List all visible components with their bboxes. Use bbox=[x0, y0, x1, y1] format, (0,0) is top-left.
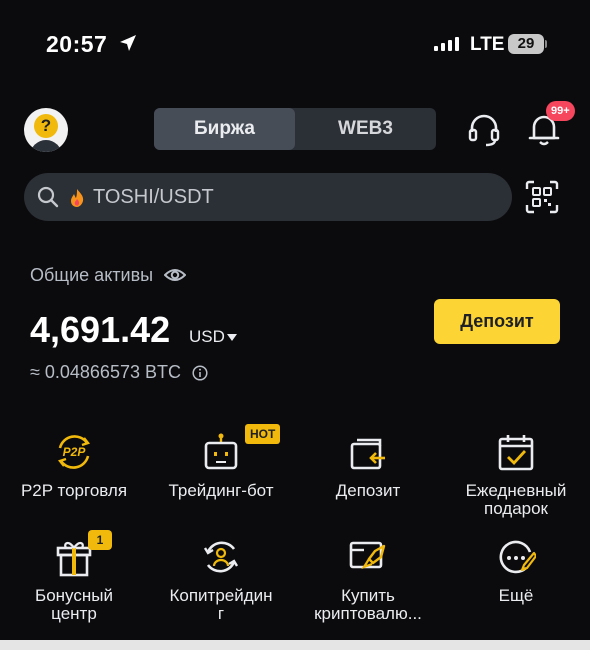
btc-equivalent: ≈ 0.04866573 BTC bbox=[30, 362, 181, 382]
shortcut-label: Копитрейдин г bbox=[169, 586, 273, 623]
trading-bot-icon bbox=[204, 433, 238, 470]
battery-level: 29 bbox=[508, 34, 544, 54]
tab-exchange[interactable]: Биржа bbox=[154, 108, 295, 150]
shortcut-label: Депозит bbox=[335, 481, 401, 500]
network-type: LTE bbox=[470, 34, 505, 55]
shortcut-daily-gift[interactable]: Ежедневный подарок bbox=[446, 432, 586, 542]
currency-selector[interactable]: USD bbox=[189, 327, 225, 347]
mode-switch: Биржа WEB3 bbox=[154, 108, 436, 150]
shortcut-more[interactable]: Ещё bbox=[446, 537, 586, 647]
shortcut-trading-bot[interactable]: HOT Трейдинг-бот bbox=[151, 424, 291, 542]
avatar[interactable]: ? bbox=[24, 108, 68, 152]
qr-scan-icon[interactable] bbox=[524, 179, 560, 215]
shortcut-label: Трейдинг-бот bbox=[168, 481, 274, 500]
bonus-count-badge: 1 bbox=[88, 530, 112, 550]
fire-icon bbox=[71, 189, 84, 207]
location-arrow-icon bbox=[120, 35, 136, 51]
info-icon[interactable] bbox=[192, 365, 208, 381]
notification-badge: 99+ bbox=[546, 101, 575, 121]
deposit-button[interactable]: Депозит bbox=[434, 299, 560, 344]
more-icon bbox=[499, 540, 536, 574]
search-icon bbox=[37, 186, 59, 208]
total-assets-label: Общие активы bbox=[30, 265, 154, 285]
search-bar[interactable]: TOSHI/USDT bbox=[24, 173, 512, 221]
search-text: TOSHI/USDT bbox=[93, 186, 214, 208]
battery-tip bbox=[545, 40, 547, 48]
shortcut-label: Ещё bbox=[498, 586, 534, 605]
shortcut-p2p[interactable]: P2P P2P торговля bbox=[4, 432, 144, 542]
status-time: 20:57 bbox=[46, 31, 108, 57]
avatar-body bbox=[30, 140, 62, 152]
p2p-icon: P2P bbox=[57, 435, 91, 469]
svg-text:P2P: P2P bbox=[63, 445, 87, 459]
buy-crypto-icon bbox=[349, 541, 386, 570]
copy-trading-icon bbox=[203, 541, 239, 573]
shortcut-label: Бонусный центр bbox=[35, 586, 113, 623]
caret-down-icon[interactable] bbox=[227, 334, 237, 342]
deposit-icon bbox=[350, 438, 385, 470]
calendar-check-icon bbox=[498, 435, 534, 471]
status-bar: 20:57 LTE 29 bbox=[0, 0, 590, 88]
shortcut-label: Купить криптовалю... bbox=[314, 586, 422, 623]
headset-icon[interactable] bbox=[466, 112, 502, 148]
bottom-edge bbox=[0, 640, 590, 650]
balance-value: 4,691.42 bbox=[30, 309, 171, 350]
shortcut-bonus-center[interactable]: 1 Бонусный центр bbox=[4, 530, 144, 647]
shortcut-label: Ежедневный подарок bbox=[465, 481, 567, 518]
shortcut-label: P2P торговля bbox=[20, 481, 128, 500]
signal-icon bbox=[434, 37, 460, 51]
shortcut-copy-trading[interactable]: Копитрейдин г bbox=[151, 537, 291, 647]
shortcut-buy-crypto[interactable]: Купить криптовалю... bbox=[298, 537, 438, 647]
tab-web3[interactable]: WEB3 bbox=[295, 108, 436, 150]
eye-icon[interactable] bbox=[164, 265, 186, 285]
shortcut-deposit[interactable]: Депозит bbox=[298, 432, 438, 542]
avatar-question-icon: ? bbox=[34, 114, 58, 138]
hot-badge: HOT bbox=[245, 424, 281, 444]
